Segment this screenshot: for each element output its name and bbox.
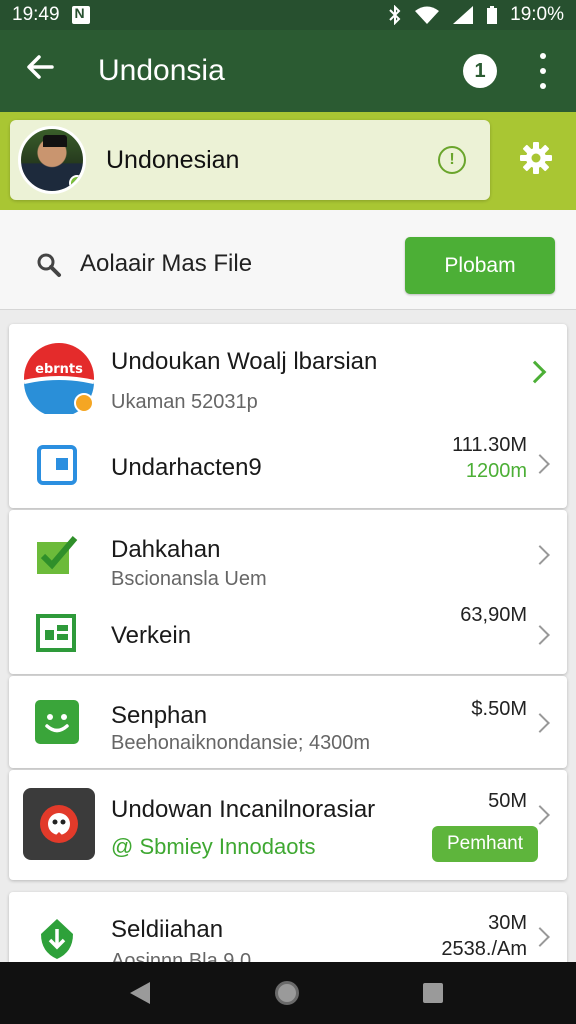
- list-item[interactable]: ebrnts Undoukan Woalj lbarsian Ukaman 52…: [9, 324, 567, 417]
- spreadsheet-icon: [36, 614, 76, 652]
- list-card: Dahkahan Bscionansla Uem Verkein 63,90M: [9, 510, 567, 674]
- chevron-right-icon: [530, 805, 550, 825]
- item-size: 111.30M: [452, 434, 527, 456]
- tablet-icon: [36, 444, 78, 486]
- status-bar: 19:49 19:0%: [0, 0, 576, 30]
- list-item[interactable]: Undarhacten9 111.30M 1200m: [9, 416, 567, 508]
- list-item[interactable]: Verkein 63,90M: [9, 592, 567, 674]
- item-size-secondary: 1200m: [465, 460, 527, 482]
- search-input[interactable]: Aolaair Mas File: [80, 250, 252, 278]
- system-nav-bar: [0, 962, 576, 1024]
- battery-level: 19:0%: [510, 4, 564, 25]
- account-band: Undonesian !: [0, 112, 576, 210]
- settings-gear-icon[interactable]: [518, 140, 554, 176]
- item-title: Senphan: [111, 702, 208, 729]
- back-arrow-icon[interactable]: [0, 52, 80, 91]
- chevron-right-icon: [530, 454, 550, 474]
- checkmark-icon: [35, 532, 79, 576]
- account-name: Undonesian: [106, 146, 240, 174]
- item-size: 30M: [488, 912, 527, 934]
- chevron-right-icon: [530, 545, 550, 565]
- item-title: Undarhacten9: [111, 454, 262, 481]
- battery-icon: [487, 6, 498, 24]
- smiley-icon: [35, 700, 79, 744]
- notification-icon: [71, 5, 90, 24]
- signal-icon: [453, 6, 474, 24]
- app-red-icon: [23, 788, 95, 860]
- status-time: 19:49: [12, 4, 60, 25]
- chevron-right-icon: [530, 713, 550, 733]
- chevron-right-icon: [530, 927, 550, 947]
- svg-text:ebrnts: ebrnts: [35, 362, 83, 377]
- info-icon[interactable]: 1: [463, 54, 497, 88]
- item-title: Seldiiahan: [111, 916, 224, 943]
- nav-back-icon[interactable]: [130, 982, 150, 1004]
- item-subtitle: Ukaman 52031p: [111, 391, 258, 413]
- item-subtitle: Beehonaiknondansie; 4300m: [111, 732, 371, 754]
- chevron-right-icon: [530, 625, 550, 645]
- chevron-right-icon: [523, 360, 547, 384]
- nav-recents-icon[interactable]: [423, 983, 443, 1003]
- list-card: Senphan Beehonaiknondansie; 4300m $.50M: [9, 676, 567, 768]
- item-action-button[interactable]: Pemhant: [432, 826, 538, 862]
- item-subtitle: @ Sbmiey Innodaots: [111, 834, 316, 859]
- nav-home-icon[interactable]: [275, 981, 299, 1005]
- item-size-secondary: 2538./Am: [441, 938, 527, 960]
- online-badge-icon: [69, 175, 83, 191]
- list-item[interactable]: Dahkahan Bscionansla Uem: [9, 510, 567, 592]
- avatar: [18, 126, 86, 194]
- account-alert-icon[interactable]: !: [438, 146, 466, 174]
- item-size: $.50M: [471, 698, 527, 720]
- list-item[interactable]: Senphan Beehonaiknondansie; 4300m $.50M: [9, 676, 567, 768]
- bluetooth-icon: [389, 5, 401, 25]
- list-item[interactable]: Undowan Incanilnorasiar @ Sbmiey Innodao…: [9, 770, 567, 880]
- item-title: Verkein: [111, 622, 192, 649]
- wifi-icon: [415, 6, 440, 24]
- shield-download-icon: [39, 918, 75, 960]
- page-title: Undonsia: [98, 54, 225, 87]
- item-title: Undowan Incanilnorasiar: [111, 796, 376, 823]
- item-subtitle: Bscionansla Uem: [111, 568, 267, 590]
- list-card: Undowan Incanilnorasiar @ Sbmiey Innodao…: [9, 770, 567, 880]
- account-card[interactable]: Undonesian !: [10, 120, 490, 200]
- item-title: Undoukan Woalj lbarsian: [111, 348, 378, 375]
- search-row: Aolaair Mas File Plobam: [0, 210, 576, 310]
- item-size: 63,90M: [460, 604, 527, 626]
- more-options-icon[interactable]: [530, 48, 556, 94]
- search-icon[interactable]: [36, 252, 62, 278]
- item-size: 50M: [488, 790, 527, 812]
- item-title: Dahkahan: [111, 536, 221, 563]
- primary-action-button[interactable]: Plobam: [405, 237, 555, 294]
- app-bar: Undonsia 1: [0, 30, 576, 112]
- list-card: ebrnts Undoukan Woalj lbarsian Ukaman 52…: [9, 324, 567, 508]
- brand-logo-icon: ebrnts: [23, 342, 95, 417]
